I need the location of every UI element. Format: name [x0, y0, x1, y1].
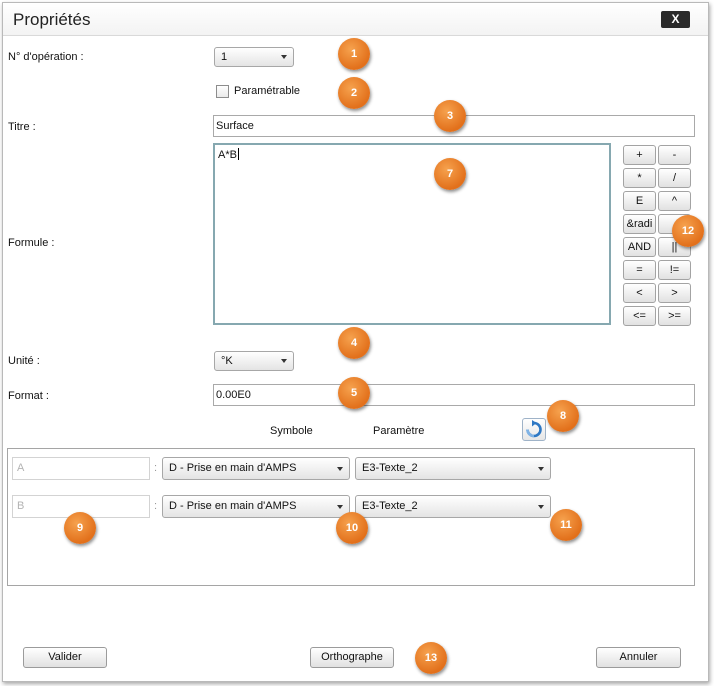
chevron-down-icon	[337, 467, 343, 471]
callout-badge: 8	[547, 400, 579, 432]
chevron-down-icon	[538, 467, 544, 471]
parameter-value: E3-Texte_2	[362, 500, 418, 512]
key-less-equal[interactable]: <=	[623, 306, 656, 326]
refresh-icon	[526, 420, 542, 438]
callout-badge: 10	[336, 512, 368, 544]
orthographe-button[interactable]: Orthographe	[310, 647, 394, 668]
mapping-row-source-dropdown[interactable]: D - Prise en main d'AMPS	[162, 495, 350, 518]
callout-badge: 5	[338, 377, 370, 409]
key-multiply[interactable]: *	[623, 168, 656, 188]
key-not-equal[interactable]: !=	[658, 260, 691, 280]
unite-dropdown[interactable]: °K	[214, 351, 294, 371]
callout-badge: 13	[415, 642, 447, 674]
callout-badge: 12	[672, 215, 704, 247]
callout-badge: 4	[338, 327, 370, 359]
key-plus[interactable]: +	[623, 145, 656, 165]
operation-value: 1	[221, 51, 228, 63]
valider-button[interactable]: Valider	[23, 647, 107, 668]
source-value: D - Prise en main d'AMPS	[169, 462, 297, 474]
annuler-button[interactable]: Annuler	[596, 647, 681, 668]
key-exponent-e[interactable]: E	[623, 191, 656, 211]
dialog-title: Propriétés	[13, 10, 91, 29]
key-power[interactable]: ^	[658, 191, 691, 211]
formula-text: A*B	[218, 149, 237, 161]
chevron-down-icon	[281, 359, 287, 363]
row-separator: :	[154, 500, 158, 512]
operation-label: N° d'opération :	[8, 51, 84, 63]
symbole-header: Symbole	[270, 425, 313, 437]
mapping-row-symbol: A	[12, 457, 150, 480]
parametrable-label: Paramétrable	[234, 85, 301, 97]
chevron-down-icon	[538, 505, 544, 509]
format-label: Format :	[8, 390, 49, 402]
key-radical[interactable]: &radi	[623, 214, 656, 234]
callout-badge: 2	[338, 77, 370, 109]
mapping-row-parameter-dropdown[interactable]: E3-Texte_2	[355, 457, 551, 480]
parameter-value: E3-Texte_2	[362, 462, 418, 474]
refresh-button[interactable]	[522, 418, 546, 441]
callout-badge: 3	[434, 100, 466, 132]
key-divide[interactable]: /	[658, 168, 691, 188]
chevron-down-icon	[337, 505, 343, 509]
format-input[interactable]: 0.00E0	[213, 384, 695, 406]
unite-value: °K	[221, 355, 233, 367]
chevron-down-icon	[281, 55, 287, 59]
callout-badge: 9	[64, 512, 96, 544]
key-and[interactable]: AND	[623, 237, 656, 257]
key-greater-equal[interactable]: >=	[658, 306, 691, 326]
operation-dropdown[interactable]: 1	[214, 47, 294, 67]
parametre-header: Paramètre	[373, 425, 425, 437]
titre-label: Titre :	[8, 121, 36, 133]
formula-editor[interactable]: A*B	[213, 143, 611, 325]
key-less-than[interactable]: <	[623, 283, 656, 303]
text-caret	[237, 148, 239, 160]
title-bar: Propriétés X	[3, 3, 708, 36]
row-separator: :	[154, 462, 158, 474]
callout-badge: 7	[434, 158, 466, 190]
unite-label: Unité :	[8, 355, 40, 367]
key-equal[interactable]: =	[623, 260, 656, 280]
callout-badge: 11	[550, 509, 582, 541]
mapping-row-parameter-dropdown[interactable]: E3-Texte_2	[355, 495, 551, 518]
parametrable-checkbox[interactable]	[216, 85, 229, 98]
callout-badge: 1	[338, 38, 370, 70]
key-greater-than[interactable]: >	[658, 283, 691, 303]
mapping-row-source-dropdown[interactable]: D - Prise en main d'AMPS	[162, 457, 350, 480]
key-minus[interactable]: -	[658, 145, 691, 165]
close-button[interactable]: X	[661, 11, 690, 28]
formule-label: Formule :	[8, 237, 55, 249]
source-value: D - Prise en main d'AMPS	[169, 500, 297, 512]
